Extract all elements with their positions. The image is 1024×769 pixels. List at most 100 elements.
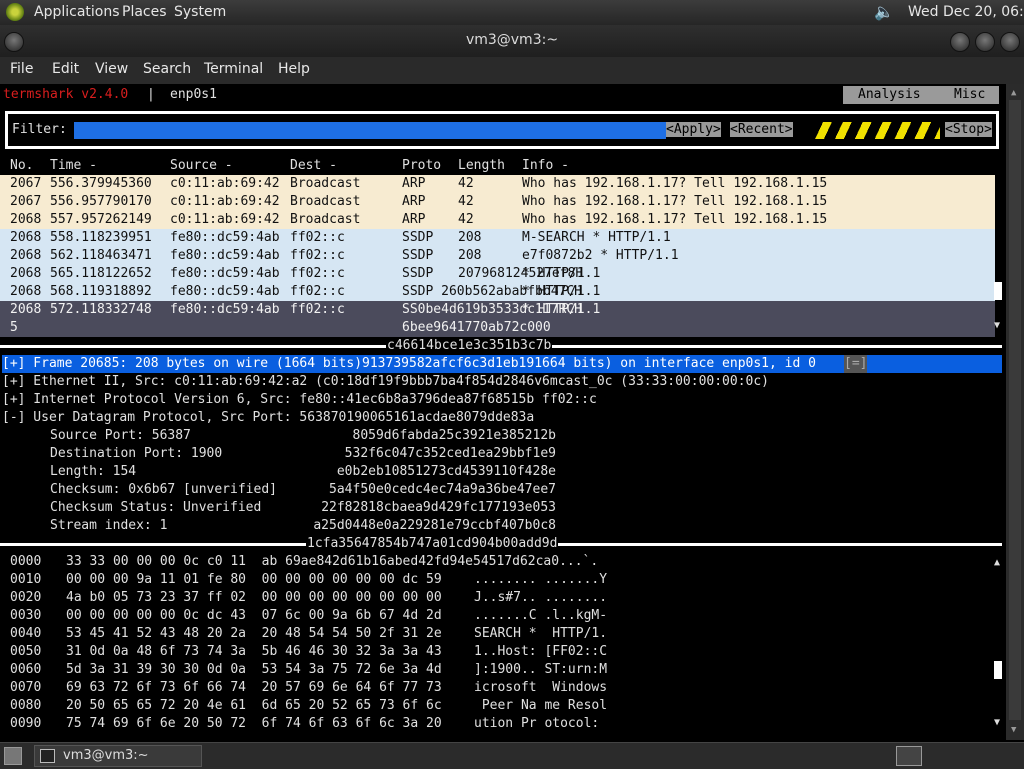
workspace-switcher-icon[interactable] <box>896 746 922 766</box>
close-button[interactable] <box>1000 32 1020 52</box>
detail-ipv6[interactable]: [+] Internet Protocol Version 6, Src: fe… <box>2 391 597 409</box>
window-scrollbar[interactable]: ▲ ▼ <box>1006 84 1024 740</box>
packet-cell-info: * HTTP/1.1 <box>522 266 601 281</box>
packet-row[interactable]: 2068 572.118332748 fe80::dc59:4ab ff02::c SS… <box>0 301 995 319</box>
packet-cell-dest: Broadcast <box>290 176 361 191</box>
hex-ascii: Peer Na me Resol <box>474 698 608 713</box>
hex-hex: 20 50 65 65 72 20 4e 61 6d 65 20 52 65 7… <box>66 698 442 713</box>
packet-cell-length: 42 <box>458 176 474 191</box>
hex-hex: 31 0d 0a 48 6f 73 74 3a 5b 46 46 30 32 3… <box>66 644 442 659</box>
packet-cell-no: 2068 <box>10 284 42 299</box>
scroll-up-arrow-icon[interactable]: ▲ <box>1011 88 1016 98</box>
volume-icon[interactable]: 🔈 <box>874 2 894 21</box>
menu-view[interactable]: View <box>95 61 128 77</box>
window-titlebar[interactable]: vm3@vm3:~ <box>0 25 1024 57</box>
menu-help[interactable]: Help <box>278 61 310 77</box>
divider-packets-label: c46614bce1e3c351b3c7b <box>386 337 553 355</box>
menu-search[interactable]: Search <box>143 61 191 77</box>
hex-hex: 33 33 00 00 00 0c c0 11 ab 69ae842d61b16… <box>66 554 599 569</box>
filter-label: Filter: <box>12 122 67 137</box>
hex-ascii: SEARCH * HTTP/1. <box>474 626 608 641</box>
hex-ascii: ution Pr otocol: <box>474 716 608 731</box>
col-source[interactable]: Source - <box>170 157 233 175</box>
detail-frame-text: [+] Frame 20685: 208 bytes on wire (1664… <box>2 356 816 371</box>
hex-off: 0010 <box>10 572 42 587</box>
packet-cell-time: 556.957790170 <box>50 194 152 209</box>
menu-system[interactable]: System <box>174 4 226 20</box>
packet-row[interactable]: 2068 568.119318892 fe80::dc59:4ab ff02::c SS… <box>0 283 995 301</box>
hex-scroll-up-icon[interactable]: ▲ <box>994 557 1000 568</box>
detail-frame-toggle[interactable]: [=] <box>844 355 868 373</box>
packet-cell-proto: ARP <box>402 176 426 191</box>
show-desktop-icon[interactable] <box>4 747 22 765</box>
packet-cell-dest: ff02::c <box>290 266 345 281</box>
col-time[interactable]: Time - <box>50 157 97 175</box>
packet-cell-info: Who has 192.168.1.17? Tell 192.168.1.15 <box>522 176 828 191</box>
col-dest[interactable]: Dest - <box>290 157 337 175</box>
packet-cell-no: 2067 <box>10 194 42 209</box>
packet-cell-source: fe80::dc59:4ab <box>170 266 280 281</box>
gnome-foot-icon[interactable] <box>6 3 24 21</box>
packet-row[interactable]: 2068 562.118463471 fe80::dc59:4ab ff02::c SS… <box>0 247 995 265</box>
scroll-thumb[interactable] <box>1009 100 1021 720</box>
col-info[interactable]: Info - <box>522 157 569 175</box>
packet-cell-no: 2068 <box>10 302 42 317</box>
scroll-down-arrow-icon[interactable]: ▼ <box>1011 725 1016 735</box>
hex-off: 0060 <box>10 662 42 677</box>
minimize-button[interactable] <box>950 32 970 52</box>
packet-row[interactable]: 2068 565.118122652 fe80::dc59:4ab ff02::c SS… <box>0 265 995 283</box>
tab-misc[interactable]: Misc <box>954 86 985 104</box>
terminal-area[interactable]: termshark v2.4.0 | enp0s1 Analysis Misc … <box>0 84 1006 740</box>
hex-off: 0000 <box>10 554 42 569</box>
hex-ascii: icrosoft Windows <box>474 680 608 695</box>
detail-field-label: Checksum: 0x6b67 [unverified] <box>50 482 277 497</box>
packet-cell-dest: ff02::c <box>290 284 345 299</box>
packet-cell-no: 2067 <box>10 176 42 191</box>
packet-cell-no: 2068 <box>10 230 42 245</box>
detail-udp[interactable]: [-] User Datagram Protocol, Src Port: 56… <box>2 409 534 427</box>
hex-off: 0020 <box>10 590 42 605</box>
menu-terminal[interactable]: Terminal <box>204 61 263 77</box>
packet-row[interactable]: 2067 556.379945360 c0:11:ab:69:42 Broadcast… <box>0 175 995 193</box>
packet-cell-source: fe80::dc59:4ab <box>170 284 280 299</box>
menu-file[interactable]: File <box>10 61 33 77</box>
recent-button[interactable]: <Recent> <box>730 122 793 137</box>
packet-cell-source: fe80::dc59:4ab <box>170 230 280 245</box>
detail-field-hash: 8059d6fabda25c3921e385212b <box>352 428 557 443</box>
stop-button[interactable]: <Stop> <box>945 122 992 137</box>
app-name: termshark v2.4.0 <box>3 87 129 102</box>
packet-row[interactable]: 2068 557.957262149 c0:11:ab:69:42 Broadcast… <box>0 211 995 229</box>
col-no[interactable]: No. <box>10 157 41 175</box>
packet-row[interactable]: 2068 558.118239951 fe80::dc59:4ab ff02::c SS… <box>0 229 995 247</box>
packet-scroll-thumb[interactable] <box>994 282 1002 300</box>
tab-analysis[interactable]: Analysis <box>858 86 921 104</box>
menubar: File Edit View Search Terminal Help <box>0 57 1024 84</box>
hex-scroll-thumb[interactable] <box>994 661 1002 679</box>
taskbar-item-terminal[interactable]: vm3@vm3:~ <box>34 745 202 767</box>
col-length[interactable]: Length <box>458 157 505 175</box>
menu-applications[interactable]: Applications <box>34 4 120 20</box>
detail-field-hash: 22f82818cbaea9d429fc177193e053 <box>321 500 556 515</box>
maximize-button[interactable] <box>975 32 995 52</box>
menu-edit[interactable]: Edit <box>52 61 79 77</box>
packet-cell-time: 568.119318892 <box>50 284 152 299</box>
apply-button[interactable]: <Apply> <box>666 122 721 137</box>
hex-off: 0030 <box>10 608 42 623</box>
packet-scroll-down-icon[interactable]: ▼ <box>994 320 1000 331</box>
hex-scroll-down-icon[interactable]: ▼ <box>994 717 1000 728</box>
packet-cell-length: 208 <box>458 230 482 245</box>
filter-input[interactable] <box>74 122 666 139</box>
menu-places[interactable]: Places <box>122 4 167 20</box>
clock[interactable]: Wed Dec 20, 06:59 <box>908 4 1024 20</box>
detail-frame[interactable]: [+] Frame 20685: 208 bytes on wire (1664… <box>2 355 1002 373</box>
packet-cell-time: 557.957262149 <box>50 212 152 227</box>
selected-row-wrap[interactable]: 5 6bee9641770ab72c000 <box>0 319 995 337</box>
detail-ethernet[interactable]: [+] Ethernet II, Src: c0:11:ab:69:42:a2 … <box>2 373 769 391</box>
detail-field-label: Destination Port: 1900 <box>50 446 223 461</box>
packet-row[interactable]: 2067 556.957790170 c0:11:ab:69:42 Broadcast… <box>0 193 995 211</box>
detail-field-label: Length: 154 <box>50 464 137 479</box>
hex-ascii: 1..Host: [FF02::C <box>474 644 608 659</box>
packet-cell-time: 572.118332748 <box>50 302 152 317</box>
packet-cell-source: c0:11:ab:69:42 <box>170 212 280 227</box>
col-proto[interactable]: Proto <box>402 157 441 175</box>
